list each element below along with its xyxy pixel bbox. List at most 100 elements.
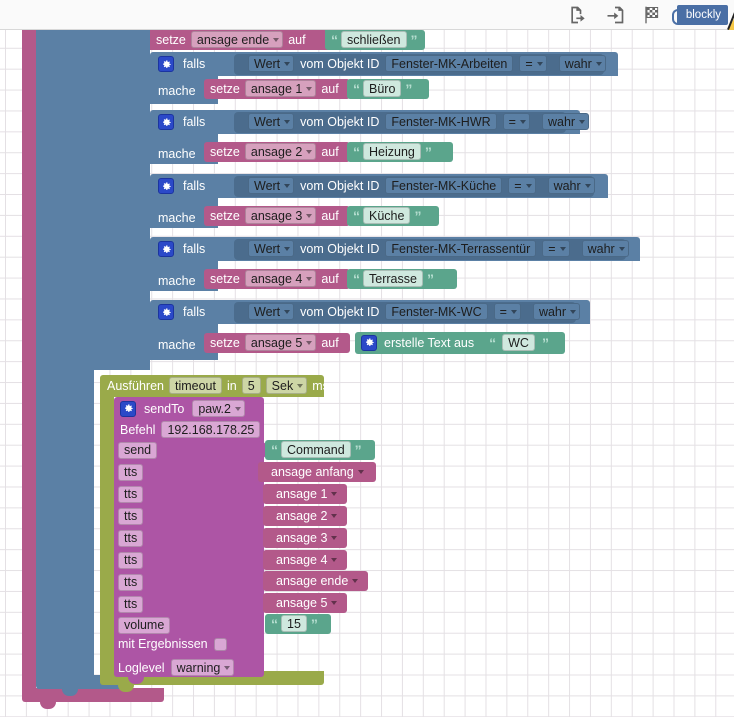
mutator-gear-icon[interactable] [158, 304, 174, 320]
volume-value-block[interactable]: “ 15 ” [265, 614, 331, 634]
variable-block-ansage-5[interactable]: ansage 5 [263, 593, 347, 613]
compare-value-dropdown[interactable]: wahr [558, 55, 606, 72]
text-block-terrasse[interactable]: “ Terrasse ” [347, 269, 457, 289]
mutator-gear-icon[interactable] [361, 334, 377, 351]
object-id-field[interactable]: Fenster-MK-Küche [385, 177, 503, 194]
set-variable-dropdown[interactable]: ansage 5 [244, 334, 317, 351]
text-value[interactable]: 15 [281, 615, 307, 632]
object-id-field[interactable]: Fenster-MK-Arbeiten [385, 55, 514, 72]
set-variable-dropdown[interactable]: ansage 3 [244, 207, 317, 224]
top-toolbar[interactable]: blockly [0, 0, 734, 30]
outer-variable-block-frame[interactable] [22, 30, 36, 696]
if-condition-1[interactable]: Wert vom Objekt ID Fenster-MK-Arbeiten =… [234, 54, 606, 75]
object-id-field[interactable]: Fenster-MK-HWR [385, 113, 497, 130]
compare-value-dropdown[interactable]: wahr [541, 113, 590, 130]
export-icon[interactable] [563, 3, 593, 27]
variable-dropdown[interactable]: ansage ende [271, 572, 361, 589]
set-block-2[interactable]: setze ansage 2 auf [204, 142, 350, 162]
getter-dropdown[interactable]: Wert [248, 55, 295, 72]
compare-value-dropdown[interactable]: wahr [581, 240, 629, 257]
getter-dropdown[interactable]: Wert [248, 177, 295, 194]
timeout-unit-dropdown[interactable]: Sek [265, 377, 308, 394]
operator-dropdown[interactable]: = [508, 177, 536, 194]
with-results-row[interactable]: mit Ergebnissen [118, 637, 227, 651]
operator-dropdown[interactable]: = [519, 55, 547, 72]
set-announcement-end-block[interactable]: setze ansage ende auf [150, 30, 332, 50]
send-to-instance-dropdown[interactable]: paw.2 [192, 400, 245, 417]
blockly-workspace[interactable]: setze ansage ende auf “ schließen ” fall… [0, 0, 734, 717]
variable-block-ansage-2[interactable]: ansage 2 [263, 506, 347, 526]
getter-dropdown[interactable]: Wert [248, 240, 295, 257]
set-block-1[interactable]: setze ansage 1 auf [204, 79, 350, 99]
variable-block-ansage-4[interactable]: ansage 4 [263, 550, 347, 570]
variable-dropdown[interactable]: ansage 1 [271, 485, 340, 502]
timeout-block-body[interactable] [100, 397, 114, 681]
text-value[interactable]: Büro [363, 80, 402, 97]
create-text-block[interactable]: erstelle Text aus “ WC ” [355, 332, 565, 354]
set-block-3[interactable]: setze ansage 3 auf [204, 206, 350, 226]
set-variable-dropdown[interactable]: ansage 2 [244, 143, 317, 160]
variable-block-ansage-anfang[interactable]: ansage anfang [258, 462, 376, 482]
operator-dropdown[interactable]: = [502, 113, 530, 130]
timeout-block-header[interactable]: Ausführen timeout in 5 Sek ms [100, 375, 329, 397]
text-block-buero[interactable]: “ Büro ” [347, 79, 429, 99]
object-id-field[interactable]: Fenster-MK-Terrassentür [385, 240, 537, 257]
timeout-delay-field[interactable]: 5 [241, 377, 261, 394]
command-ip-row[interactable]: Befehl 192.168.178.25 [120, 421, 261, 438]
if-condition-3[interactable]: Wert vom Objekt ID Fenster-MK-Küche = wa… [234, 176, 595, 197]
with-results-checkbox[interactable] [213, 637, 227, 651]
timeout-name-field[interactable]: timeout [168, 377, 222, 394]
send-command-text-block[interactable]: “ Command ” [265, 440, 375, 460]
loglevel-dropdown[interactable]: warning [170, 659, 235, 676]
variable-block-ansage-1[interactable]: ansage 1 [263, 484, 347, 504]
set-variable-dropdown[interactable]: ansage 4 [244, 270, 317, 287]
set-block-4[interactable]: setze ansage 4 auf [204, 269, 350, 289]
set-keyword: setze [210, 335, 240, 350]
logic-container-frame[interactable] [36, 30, 58, 685]
if-condition-4[interactable]: Wert vom Objekt ID Fenster-MK-Terrassent… [234, 239, 629, 260]
text-value[interactable]: Command [281, 441, 351, 458]
getter-dropdown[interactable]: Wert [248, 113, 295, 130]
if-condition-5[interactable]: Wert vom Objekt ID Fenster-MK-WC = wahr [234, 302, 581, 323]
mutator-gear-icon[interactable] [158, 178, 174, 194]
operator-dropdown[interactable]: = [493, 303, 521, 320]
getter-dropdown[interactable]: Wert [248, 303, 295, 320]
outer-variable-block-bottom[interactable] [22, 688, 164, 702]
text-value-schliessen-block[interactable]: “ schließen ” [325, 30, 425, 50]
logic-inner-column[interactable] [58, 30, 94, 675]
operator-dropdown[interactable]: = [542, 240, 570, 257]
text-value[interactable]: Küche [363, 207, 411, 224]
text-block-heizung[interactable]: “ Heizung ” [347, 142, 453, 162]
variable-dropdown[interactable]: ansage 5 [271, 594, 340, 611]
checkered-flag-icon[interactable] [637, 3, 667, 27]
variable-block-ansage-ende[interactable]: ansage ende [263, 571, 368, 591]
mutator-gear-icon[interactable] [158, 56, 174, 72]
text-block-kueche[interactable]: “ Küche ” [347, 206, 439, 226]
text-value[interactable]: Heizung [363, 143, 421, 160]
logic-inner-column-2[interactable] [94, 30, 150, 370]
blockly-badge[interactable]: blockly [671, 0, 734, 30]
object-id-field[interactable]: Fenster-MK-WC [385, 303, 488, 320]
loglevel-row[interactable]: Loglevel warning [118, 659, 235, 676]
text-value[interactable]: Terrasse [363, 270, 423, 287]
text-value[interactable]: WC [502, 334, 535, 351]
set-variable-dropdown[interactable]: ansage ende [190, 31, 284, 48]
quote-open-icon: “ [271, 615, 278, 632]
variable-dropdown[interactable]: ansage 4 [271, 551, 340, 568]
variable-block-ansage-3[interactable]: ansage 3 [263, 528, 347, 548]
mutator-gear-icon[interactable] [158, 114, 174, 130]
mutator-gear-icon[interactable] [158, 241, 174, 257]
mutator-gear-icon[interactable] [120, 400, 136, 417]
compare-value-dropdown[interactable]: wahr [547, 177, 595, 194]
import-icon[interactable] [600, 3, 630, 27]
if-condition-2[interactable]: Wert vom Objekt ID Fenster-MK-HWR = wahr [234, 112, 590, 133]
set-variable-dropdown[interactable]: ansage 1 [244, 80, 317, 97]
set-block-5[interactable]: setze ansage 5 auf [204, 333, 350, 353]
send-to-header[interactable]: sendTo paw.2 [120, 400, 245, 417]
variable-dropdown[interactable]: ansage 2 [271, 507, 340, 524]
compare-value-dropdown[interactable]: wahr [532, 303, 581, 320]
variable-dropdown[interactable]: ansage anfang [266, 463, 367, 480]
variable-dropdown[interactable]: ansage 3 [271, 529, 340, 546]
command-ip-field[interactable]: 192.168.178.25 [161, 421, 261, 438]
text-value[interactable]: schließen [341, 31, 407, 48]
